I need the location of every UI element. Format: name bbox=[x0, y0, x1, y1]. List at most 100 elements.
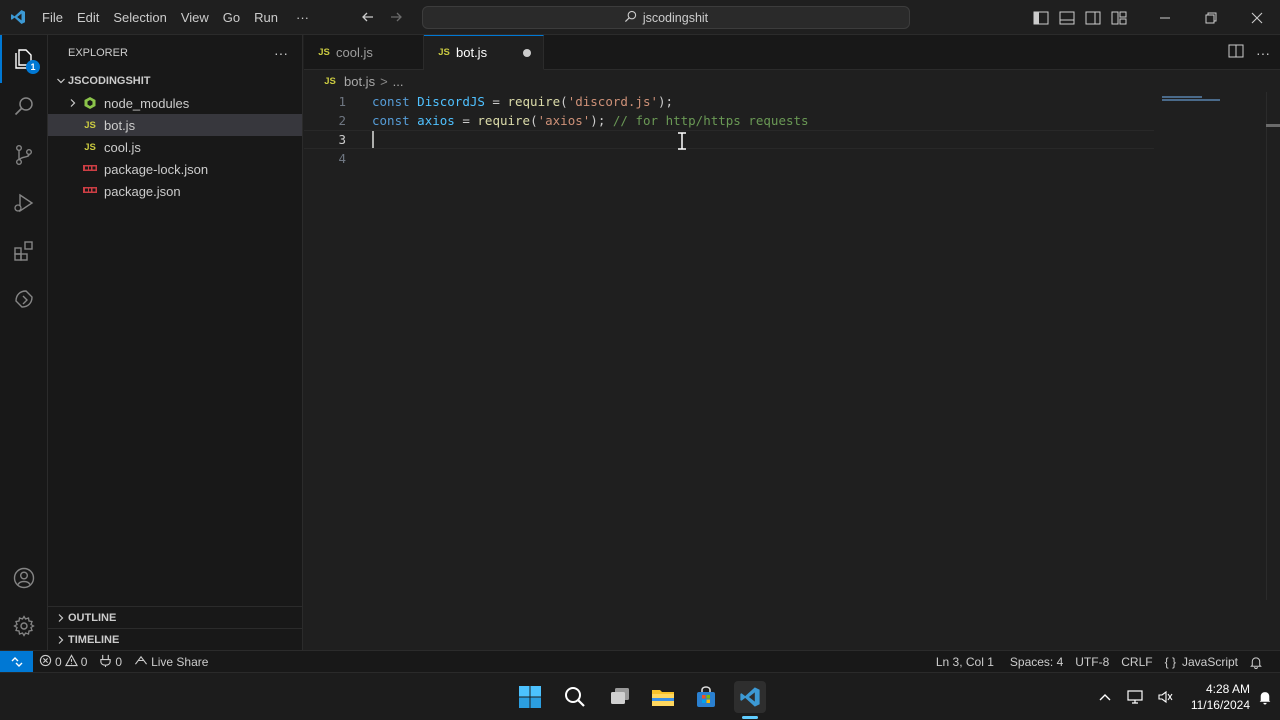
search-icon bbox=[624, 10, 637, 26]
language-mode[interactable]: { } JavaScript bbox=[1159, 651, 1244, 673]
unsaved-dot-icon[interactable] bbox=[523, 48, 531, 57]
menu-view[interactable]: View bbox=[174, 0, 216, 35]
toggle-primary-sidebar-icon[interactable] bbox=[1028, 0, 1054, 35]
live-share-label: Live Share bbox=[151, 654, 209, 669]
live-share-icon bbox=[134, 654, 148, 670]
indentation[interactable]: Spaces: 4 bbox=[1004, 651, 1069, 673]
task-view-icon[interactable] bbox=[604, 681, 636, 713]
go-forward-icon[interactable] bbox=[386, 6, 406, 28]
run-debug-icon[interactable] bbox=[0, 179, 48, 227]
workspace-folder-name: JSCODINGSHIT bbox=[68, 75, 151, 87]
live-share-button[interactable]: Live Share bbox=[128, 651, 214, 673]
warning-icon bbox=[64, 653, 78, 670]
customize-layout-icon[interactable] bbox=[1106, 0, 1132, 35]
javascript-file-icon: JS bbox=[318, 47, 330, 58]
clock-date: 11/16/2024 bbox=[1190, 698, 1250, 712]
tree-item-node-modules[interactable]: node_modules bbox=[48, 92, 302, 114]
npm-file-icon bbox=[82, 165, 98, 173]
menu-more[interactable]: ··· bbox=[289, 0, 316, 35]
command-center-label: jscodingshit bbox=[642, 10, 709, 25]
more-actions-icon[interactable]: ··· bbox=[1256, 45, 1270, 61]
scrollbar-thumb[interactable] bbox=[1266, 124, 1280, 127]
minimize-icon[interactable] bbox=[1142, 0, 1188, 35]
volume-icon[interactable] bbox=[1150, 673, 1180, 720]
network-icon[interactable] bbox=[1120, 673, 1150, 720]
notifications-bell-icon[interactable] bbox=[1244, 651, 1268, 673]
line-number: 3 bbox=[338, 132, 346, 147]
language-label: JavaScript bbox=[1181, 655, 1238, 669]
menu-run[interactable]: Run bbox=[247, 0, 285, 35]
toggle-secondary-sidebar-icon[interactable] bbox=[1080, 0, 1106, 35]
mouse-ibeam-icon bbox=[677, 132, 687, 153]
command-center-search[interactable]: jscodingshit bbox=[422, 6, 910, 29]
ports-icon bbox=[99, 654, 112, 670]
braces-icon: { } bbox=[1164, 655, 1176, 669]
search-icon[interactable] bbox=[0, 83, 48, 131]
vertical-scrollbar[interactable] bbox=[1266, 92, 1280, 600]
windows-start-icon[interactable] bbox=[514, 681, 546, 713]
tab-label: bot.js bbox=[456, 45, 488, 60]
tree-item-label: package-lock.json bbox=[104, 161, 209, 177]
toggle-panel-icon[interactable] bbox=[1054, 0, 1080, 35]
close-icon[interactable] bbox=[1234, 0, 1280, 35]
vscode-taskbar-icon[interactable] bbox=[734, 681, 766, 713]
tab-bot-js[interactable]: JS bot.js bbox=[424, 35, 544, 70]
line-number: 4 bbox=[338, 151, 346, 166]
tree-item-label: package.json bbox=[104, 183, 181, 199]
end-of-line[interactable]: CRLF bbox=[1115, 651, 1158, 673]
manage-gear-icon[interactable] bbox=[0, 602, 48, 650]
accounts-icon[interactable] bbox=[0, 554, 48, 602]
outline-label: OUTLINE bbox=[68, 611, 117, 624]
timeline-label: TIMELINE bbox=[68, 633, 120, 646]
go-back-icon[interactable] bbox=[358, 6, 378, 28]
remote-indicator-icon[interactable] bbox=[0, 650, 33, 673]
remote-explorer-icon[interactable] bbox=[0, 275, 48, 323]
status-bar: 0 0 0 Live Share Ln 3, Col 1 Spaces: 4 U… bbox=[0, 650, 1280, 673]
javascript-file-icon: JS bbox=[324, 75, 336, 87]
tree-item-label: node_modules bbox=[104, 95, 190, 111]
breadcrumb-separator: > bbox=[380, 73, 388, 89]
source-control-icon[interactable] bbox=[0, 131, 48, 179]
menu-bar: File Edit Selection View Go Run ··· bbox=[35, 0, 316, 35]
active-app-indicator bbox=[742, 716, 758, 719]
chevron-up-icon[interactable] bbox=[1090, 673, 1120, 720]
npm-file-icon bbox=[82, 187, 98, 195]
restore-icon[interactable] bbox=[1188, 0, 1234, 35]
split-editor-icon[interactable] bbox=[1228, 44, 1244, 61]
sidebar-header: EXPLORER ··· bbox=[48, 35, 302, 70]
javascript-file-icon: JS bbox=[438, 47, 450, 58]
taskbar-search-icon[interactable] bbox=[559, 681, 591, 713]
extensions-icon[interactable] bbox=[0, 227, 48, 275]
microsoft-store-icon[interactable] bbox=[690, 681, 722, 713]
tree-item-label: bot.js bbox=[104, 117, 136, 133]
notification-bell-icon[interactable] bbox=[1250, 673, 1280, 720]
timeline-section-header[interactable]: TIMELINE bbox=[48, 628, 302, 650]
minimap[interactable] bbox=[1162, 92, 1222, 101]
cursor-position[interactable]: Ln 3, Col 1 bbox=[930, 651, 1000, 673]
ports-status[interactable]: 0 bbox=[93, 651, 128, 673]
menu-file[interactable]: File bbox=[35, 0, 70, 35]
tree-item-cool-js[interactable]: JS cool.js bbox=[48, 136, 302, 158]
menu-selection[interactable]: Selection bbox=[106, 0, 173, 35]
system-clock[interactable]: 4:28 AM 11/16/2024 bbox=[1180, 673, 1250, 720]
explorer-icon[interactable]: 1 bbox=[0, 35, 48, 83]
navigation-arrows bbox=[358, 6, 406, 28]
node-folder-icon bbox=[82, 96, 98, 110]
tree-item-bot-js[interactable]: JS bot.js bbox=[48, 114, 302, 136]
code-editor[interactable]: 1 const DiscordJS = require('discord.js'… bbox=[304, 92, 1280, 650]
tab-cool-js[interactable]: JS cool.js bbox=[304, 35, 424, 70]
outline-section-header[interactable]: OUTLINE bbox=[48, 606, 302, 628]
menu-edit[interactable]: Edit bbox=[70, 0, 106, 35]
tree-item-package-lock-json[interactable]: package-lock.json bbox=[48, 158, 302, 180]
problems-status[interactable]: 0 0 bbox=[33, 651, 93, 673]
menu-go[interactable]: Go bbox=[216, 0, 247, 35]
file-explorer-icon[interactable] bbox=[647, 681, 679, 713]
encoding[interactable]: UTF-8 bbox=[1069, 651, 1115, 673]
tree-item-package-json[interactable]: package.json bbox=[48, 180, 302, 202]
breadcrumb-symbols[interactable]: ... bbox=[393, 74, 404, 89]
more-actions-icon[interactable]: ··· bbox=[274, 45, 288, 61]
workspace-folder-header[interactable]: JSCODINGSHIT bbox=[48, 70, 302, 92]
explorer-badge: 1 bbox=[26, 60, 40, 74]
javascript-file-icon: JS bbox=[84, 141, 96, 153]
breadcrumb-file[interactable]: bot.js bbox=[344, 74, 375, 89]
